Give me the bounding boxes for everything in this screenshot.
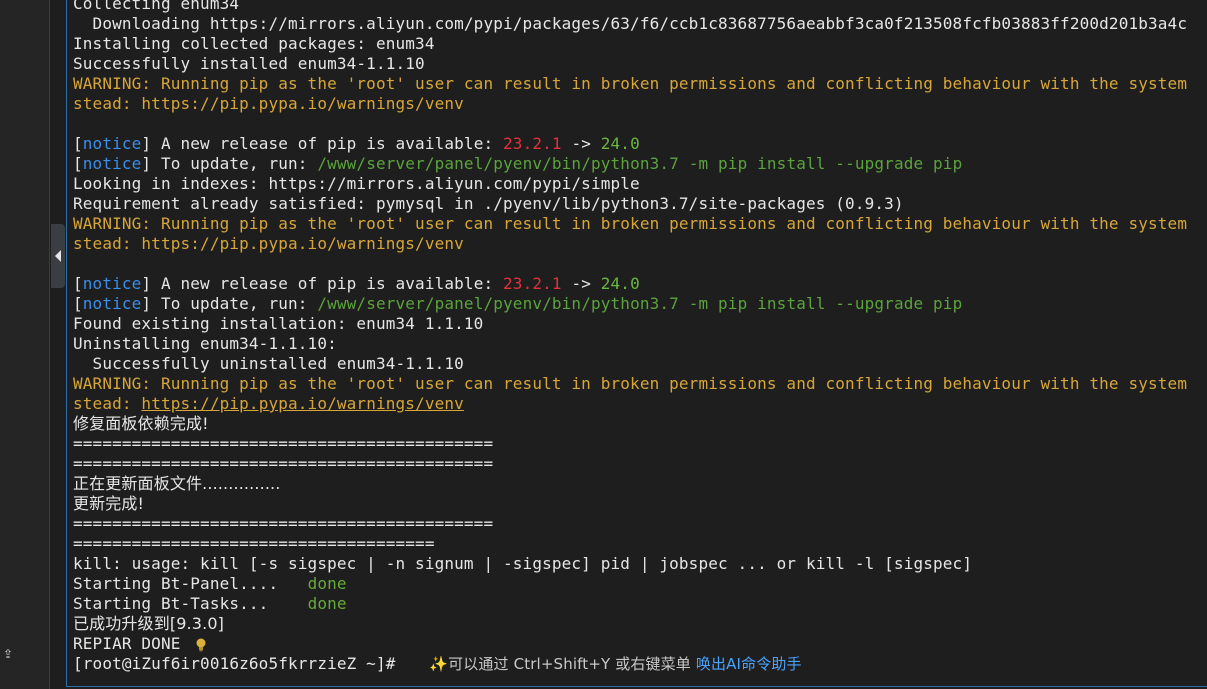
new-version: 24.0 <box>600 134 640 153</box>
bracket: [ <box>73 274 83 293</box>
separator-line: ===================================== <box>73 534 435 553</box>
notice-tag: notice <box>82 154 142 173</box>
terminal-line: Successfully uninstalled enum34-1.1.10 <box>73 354 464 373</box>
notice-line: [notice] To update, run: /www/server/pan… <box>73 294 962 314</box>
repair-done-text: REPIAR DONE <box>73 634 181 653</box>
terminal-line: Successfully installed enum34-1.1.10 <box>73 54 425 73</box>
terminal-line: Collecting enum34 <box>73 0 240 13</box>
terminal-line: Uninstalling enum34-1.1.10: <box>73 334 337 353</box>
status-line: Starting Bt-Tasks... done <box>73 594 347 614</box>
warning-line: WARNING: Running pip as the 'root' user … <box>73 214 1188 233</box>
terminal-line: Found existing installation: enum34 1.1.… <box>73 314 484 333</box>
update-command: /www/server/panel/pyenv/bin/python3.7 -m… <box>317 294 963 313</box>
warning-text: stead: <box>73 394 142 413</box>
notice-text: ] To update, run: <box>141 154 318 173</box>
bracket: [ <box>73 134 83 153</box>
terminal-line: Installing collected packages: enum34 <box>73 34 435 53</box>
notice-text: ] A new release of pip is available: <box>141 274 504 293</box>
old-version: 23.2.1 <box>503 134 562 153</box>
share-icon[interactable]: ⇪ <box>0 646 16 662</box>
warning-line: stead: https://pip.pypa.io/warnings/venv <box>73 394 464 414</box>
ai-assistant-link[interactable]: 唤出AI命令助手 <box>696 655 802 673</box>
notice-line: [notice] A new release of pip is availab… <box>73 274 640 294</box>
status-label: Starting Bt-Tasks... <box>73 594 308 613</box>
status-done: done <box>307 574 347 593</box>
warning-line: WARNING: Running pip as the 'root' user … <box>73 374 1188 393</box>
terminal-line: 修复面板依赖完成! <box>73 414 209 433</box>
notice-tag: notice <box>82 134 142 153</box>
warning-line: stead: https://pip.pypa.io/warnings/venv <box>73 94 464 113</box>
sparkle-icon: ✨ <box>429 655 449 673</box>
terminal-line: Downloading https://mirrors.aliyun.com/p… <box>73 14 1188 33</box>
separator-line: ========================================… <box>73 434 494 453</box>
notice-text: ] A new release of pip is available: <box>141 134 504 153</box>
separator-line: ========================================… <box>73 454 494 473</box>
terminal-line: 更新完成! <box>73 494 145 513</box>
prompt-line[interactable]: [root@iZuf6ir0016z6o5fkrrzieZ ~]# ✨可以通过 … <box>73 654 802 674</box>
bracket: [ <box>73 294 83 313</box>
separator-line: ========================================… <box>73 514 494 533</box>
notice-line: [notice] A new release of pip is availab… <box>73 134 640 154</box>
shell-prompt: [root@iZuf6ir0016z6o5fkrrzieZ ~]# <box>73 654 406 673</box>
gutter-divider <box>49 0 50 689</box>
ai-hint: ✨可以通过 Ctrl+Shift+Y 或右键菜单 唤出AI命令助手 <box>429 655 801 673</box>
terminal-line: kill: usage: kill [-s sigspec | -n signu… <box>73 554 973 573</box>
warnings-link[interactable]: https://pip.pypa.io/warnings/venv <box>141 394 464 413</box>
terminal-line: 正在更新面板文件............... <box>73 474 281 493</box>
bracket: [ <box>73 154 83 173</box>
notice-tag: notice <box>82 274 142 293</box>
notice-text: ] To update, run: <box>141 294 318 313</box>
terminal-line: Requirement already satisfied: pymysql i… <box>73 194 904 213</box>
terminal-line: REPIAR DONE <box>73 634 207 654</box>
hint-text: 可以通过 Ctrl+Shift+Y 或右键菜单 <box>448 655 696 673</box>
status-done: done <box>307 594 347 613</box>
notice-line: [notice] To update, run: /www/server/pan… <box>73 154 962 174</box>
arrow: -> <box>561 134 601 153</box>
notice-tag: notice <box>82 294 142 313</box>
terminal-line: Looking in indexes: https://mirrors.aliy… <box>73 174 640 193</box>
update-command: /www/server/panel/pyenv/bin/python3.7 -m… <box>317 154 963 173</box>
terminal-line: 已成功升级到[9.3.0] <box>73 614 225 633</box>
arrow: -> <box>561 274 601 293</box>
warning-line: WARNING: Running pip as the 'root' user … <box>73 74 1188 93</box>
status-label: Starting Bt-Panel.... <box>73 574 308 593</box>
status-line: Starting Bt-Panel.... done <box>73 574 347 594</box>
terminal-output[interactable]: Collecting enum34 Downloading https://mi… <box>66 0 1207 687</box>
lightbulb-icon[interactable] <box>195 638 207 652</box>
left-gutter <box>0 0 50 689</box>
warning-line: stead: https://pip.pypa.io/warnings/venv <box>73 234 464 253</box>
old-version: 23.2.1 <box>503 274 562 293</box>
new-version: 24.0 <box>600 274 640 293</box>
collapse-panel-button[interactable] <box>51 224 65 288</box>
